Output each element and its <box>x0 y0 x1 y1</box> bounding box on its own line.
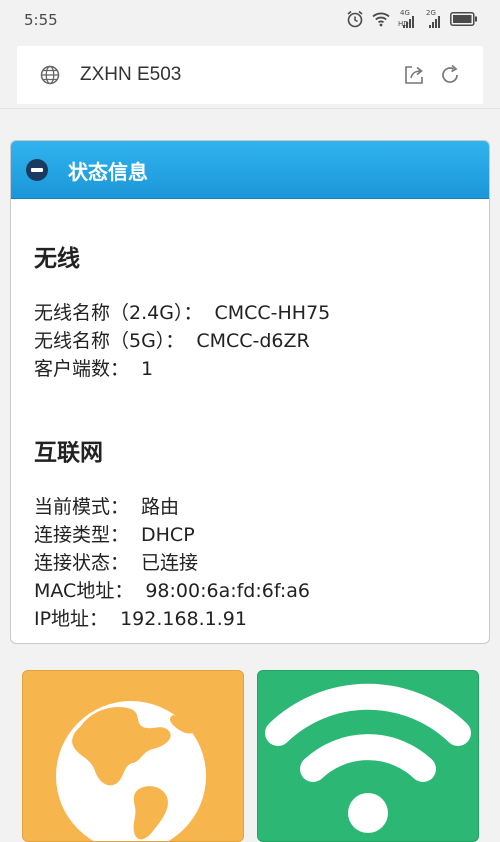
divider <box>0 108 500 109</box>
signal-4g-icon: 4G HD <box>398 9 416 29</box>
wireless-heading: 无线 <box>34 246 80 272</box>
signal-2g-icon: 2G <box>424 9 442 29</box>
ssid-5g-row: 无线名称（5G）： CMCC-d6ZR <box>34 326 310 353</box>
status-panel-header[interactable]: 状态信息 <box>11 141 489 199</box>
wireless-tile[interactable] <box>257 670 479 842</box>
ssid-24g-row: 无线名称（2.4G）： CMCC-HH75 <box>34 298 330 325</box>
battery-icon <box>450 12 478 26</box>
connection-type-label: 连接类型： <box>34 524 130 546</box>
status-icons: 4G HD 2G <box>346 9 478 29</box>
wifi-icon <box>258 671 478 841</box>
share-icon[interactable] <box>403 64 425 90</box>
connection-type-value: DHCP <box>141 524 195 546</box>
connection-state-row: 连接状态： 已连接 <box>34 548 198 575</box>
internet-tile[interactable] <box>22 670 244 842</box>
collapse-icon[interactable] <box>26 159 48 181</box>
mode-row: 当前模式： 路由 <box>34 492 179 519</box>
globe-icon <box>23 671 243 841</box>
page-title: ZXHN E503 <box>80 64 182 85</box>
clients-value: 1 <box>141 358 154 380</box>
mac-label: MAC地址： <box>34 580 134 602</box>
mac-row: MAC地址： 98:00:6a:fd:6f:a6 <box>34 576 310 603</box>
ssid-24g-label: 无线名称（2.4G）： <box>34 302 203 324</box>
ip-value: 192.168.1.91 <box>120 608 247 630</box>
clients-label: 客户端数： <box>34 358 130 380</box>
status-bar: 5:55 4G HD 2G <box>0 0 500 40</box>
mode-value: 路由 <box>141 496 180 518</box>
globe-icon <box>40 65 60 89</box>
clients-row: 客户端数： 1 <box>34 354 153 381</box>
internet-heading: 互联网 <box>34 440 103 466</box>
ssid-24g-value: CMCC-HH75 <box>214 302 331 324</box>
status-panel: 状态信息 无线 无线名称（2.4G）： CMCC-HH75 无线名称（5G）： CM… <box>10 140 490 644</box>
mac-value: 98:00:6a:fd:6f:a6 <box>145 580 311 602</box>
reload-icon[interactable] <box>439 64 461 90</box>
status-time: 5:55 <box>24 11 58 29</box>
connection-state-label: 连接状态： <box>34 552 130 574</box>
connection-state-value: 已连接 <box>141 552 199 574</box>
ip-row: IP地址： 192.168.1.91 <box>34 604 247 631</box>
mode-label: 当前模式： <box>34 496 130 518</box>
address-bar[interactable]: ZXHN E503 <box>17 46 483 104</box>
wifi-icon <box>372 11 390 27</box>
ssid-5g-value: CMCC-d6ZR <box>196 330 310 352</box>
ip-label: IP地址： <box>34 608 109 630</box>
connection-type-row: 连接类型： DHCP <box>34 520 195 547</box>
status-panel-title: 状态信息 <box>68 160 148 184</box>
alarm-icon <box>346 10 364 28</box>
ssid-5g-label: 无线名称（5G）： <box>34 330 185 352</box>
